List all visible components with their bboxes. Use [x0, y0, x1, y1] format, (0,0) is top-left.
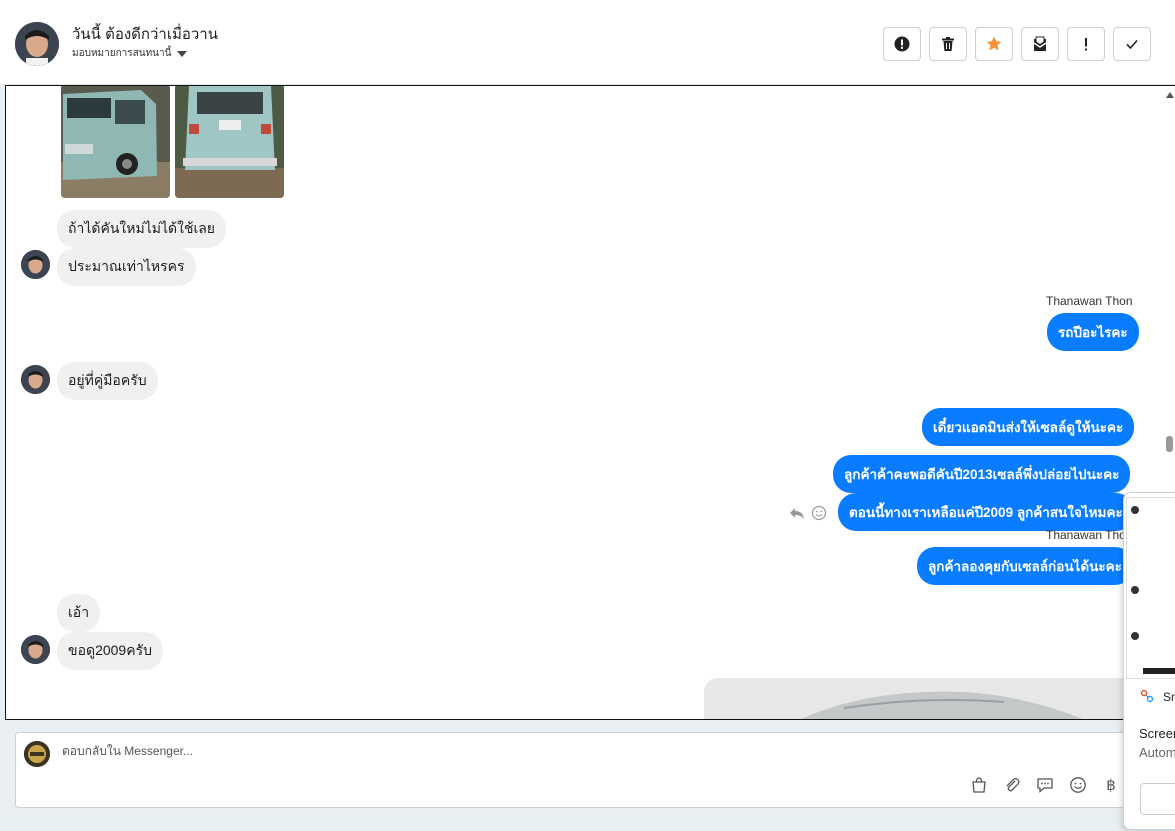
star-button[interactable]: [975, 27, 1013, 61]
contact-avatar[interactable]: [15, 22, 59, 66]
incoming-message[interactable]: ขอดู2009ครับ: [57, 632, 163, 670]
preview-image-strip: [1143, 668, 1175, 674]
emoji-react-icon[interactable]: [811, 505, 827, 521]
scroll-up-arrow-icon[interactable]: [1166, 92, 1174, 98]
header-actions: [883, 27, 1151, 61]
paperclip-icon[interactable]: [1002, 775, 1022, 795]
shared-photo-van-front[interactable]: [61, 86, 170, 198]
page-avatar: [24, 741, 50, 767]
outgoing-message[interactable]: ตอนนี้ทางเราเหลือแค่ปี2009 ลูกค้าสนใจไหม…: [838, 493, 1134, 531]
trash-icon: [942, 37, 954, 51]
preview-avatar: [1131, 586, 1139, 594]
incoming-message[interactable]: อยู่ที่คู่มือครับ: [57, 362, 158, 400]
caret-down-icon: [177, 50, 188, 57]
incoming-message[interactable]: ถ้าได้คันใหม่ไม่ได้ใช้เลย: [57, 210, 227, 248]
outgoing-message[interactable]: เดี๋ยวแอดมินส่งให้เซลล์ดูให้นะคะ: [922, 408, 1135, 446]
assign-conversation-dropdown[interactable]: มอบหมายการสนทนานี้: [72, 46, 188, 61]
shared-photo-car[interactable]: [704, 678, 1134, 719]
spam-button[interactable]: [883, 27, 921, 61]
outgoing-message[interactable]: ลูกค้าค้าคะพอดีคันปี2013เซลล์พึ่งปล่อยไป…: [833, 455, 1131, 493]
check-icon: [1126, 39, 1138, 50]
app-logo-icon: [1140, 689, 1154, 703]
message-thread[interactable]: ถ้าได้คันใหม่ไม่ได้ใช้เลย ประมาณเท่าไหรค…: [5, 85, 1175, 720]
done-button[interactable]: [1113, 27, 1151, 61]
scroll-thumb[interactable]: [1166, 436, 1173, 452]
assign-label: มอบหมายการสนทนานี้: [72, 48, 172, 59]
contact-avatar-small[interactable]: [21, 365, 50, 394]
popup-preview-thumbnail: [1126, 497, 1175, 679]
chat-bubble-icon[interactable]: [1035, 775, 1055, 795]
baht-icon[interactable]: ฿: [1101, 775, 1121, 795]
sender-name: Thanawan Thon: [1046, 528, 1133, 542]
contact-avatar-small[interactable]: [21, 250, 50, 279]
contact-avatar-small[interactable]: [21, 635, 50, 664]
reply-icon[interactable]: [789, 505, 805, 521]
conversation-header: วันนี้ ต้องดีกว่าเมื่อวาน มอบหมายการสนทน…: [0, 0, 1175, 85]
sender-name: Thanawan Thon: [1046, 294, 1133, 308]
popup-line-1: Screen: [1139, 726, 1175, 741]
mark-unread-button[interactable]: [1021, 27, 1059, 61]
incoming-message[interactable]: เอ้า: [57, 594, 101, 632]
delete-button[interactable]: [929, 27, 967, 61]
popup-app-title: Sm: [1163, 690, 1175, 704]
preview-avatar: [1131, 506, 1139, 514]
bottom-strip: [0, 817, 1175, 831]
preview-avatar: [1131, 632, 1139, 640]
exclamation-icon: [1085, 38, 1087, 51]
reply-input[interactable]: [60, 743, 964, 759]
popup-line-2: Autom: [1139, 745, 1175, 760]
envelope-icon: [1033, 36, 1047, 51]
shared-photo-van-rear[interactable]: [175, 86, 284, 198]
emoji-icon[interactable]: [1068, 775, 1088, 795]
alert-circle-icon: [894, 36, 910, 52]
outgoing-message[interactable]: ลูกค้าลองคุยกับเซลล์ก่อนได้นะคะ: [917, 547, 1133, 585]
incoming-message[interactable]: ประมาณเท่าไหรคร: [57, 248, 196, 286]
star-icon: [986, 36, 1002, 51]
composer-tools: ฿: [969, 775, 1121, 795]
conversation-title: วันนี้ ต้องดีกว่าเมื่อวาน: [72, 26, 218, 43]
notification-popup[interactable]: Sm Screen Autom: [1123, 492, 1175, 830]
bag-icon[interactable]: [969, 775, 989, 795]
reply-composer: ฿: [15, 732, 1142, 808]
outgoing-message[interactable]: รถปีอะไรคะ: [1047, 313, 1139, 351]
important-button[interactable]: [1067, 27, 1105, 61]
popup-button[interactable]: [1140, 783, 1175, 815]
message-actions: [789, 505, 827, 521]
